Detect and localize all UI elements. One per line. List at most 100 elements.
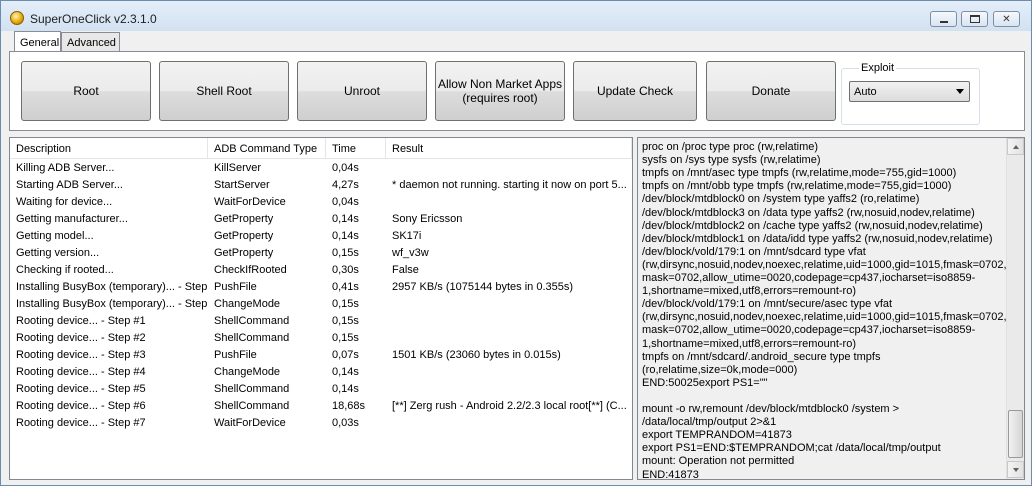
cell-description: Installing BusyBox (temporary)... - Step… bbox=[16, 298, 208, 310]
unroot-button[interactable]: Unroot bbox=[297, 61, 427, 121]
log-line: /dev/block/mtdblock3 on /data type yaffs… bbox=[642, 206, 975, 219]
allow-non-market-apps-button[interactable]: Allow Non Market Apps (requires root) bbox=[435, 61, 565, 121]
column-header-description[interactable]: Description bbox=[10, 138, 208, 159]
log-line: 1,shortname=mixed,utf8,errors=remount-ro… bbox=[642, 337, 856, 350]
exploit-selected-value: Auto bbox=[854, 86, 877, 98]
cell-description: Rooting device... - Step #5 bbox=[16, 383, 146, 395]
table-row[interactable]: Killing ADB Server... KillServer 0,04s bbox=[10, 160, 632, 177]
close-icon: ✕ bbox=[1002, 13, 1011, 25]
root-button[interactable]: Root bbox=[21, 61, 151, 121]
cell-description: Checking if rooted... bbox=[16, 264, 114, 276]
table-row[interactable]: Waiting for device... WaitForDevice 0,04s bbox=[10, 194, 632, 211]
table-row[interactable]: Rooting device... - Step #2 ShellCommand 0… bbox=[10, 330, 632, 347]
cell-adb-command-type: PushFile bbox=[214, 349, 257, 361]
cell-description: Waiting for device... bbox=[16, 196, 113, 208]
title-bar[interactable]: SuperOneClick v2.3.1.0 ✕ bbox=[1, 1, 1031, 31]
app-icon bbox=[10, 11, 24, 25]
log-line: 1,shortname=mixed,utf8,errors=remount-ro… bbox=[642, 285, 856, 298]
column-header-time[interactable]: Time bbox=[326, 138, 386, 159]
cell-adb-command-type: KillServer bbox=[214, 162, 262, 174]
cell-description: Getting version... bbox=[16, 247, 100, 259]
cell-description: Rooting device... - Step #2 bbox=[16, 332, 146, 344]
cell-time: 0,04s bbox=[332, 196, 359, 208]
cell-description: Rooting device... - Step #3 bbox=[16, 349, 146, 361]
cell-adb-command-type: ShellCommand bbox=[214, 315, 290, 327]
exploit-select[interactable]: Auto bbox=[849, 81, 970, 102]
minimize-button[interactable] bbox=[930, 11, 957, 27]
command-list[interactable]: Description ADB Command Type Time Result… bbox=[9, 137, 633, 480]
table-row[interactable]: Installing BusyBox (temporary)... - Step… bbox=[10, 279, 632, 296]
cell-time: 0,14s bbox=[332, 213, 359, 225]
table-row[interactable]: Rooting device... - Step #7 WaitForDevice… bbox=[10, 415, 632, 432]
scroll-up-button[interactable] bbox=[1007, 138, 1024, 155]
log-line: /dev/block/mtdblock1 on /data/idd type y… bbox=[642, 232, 993, 245]
scroll-down-button[interactable] bbox=[1007, 461, 1024, 478]
cell-result: SK17i bbox=[392, 230, 422, 242]
cell-result bbox=[386, 415, 632, 432]
cell-result bbox=[386, 364, 632, 381]
table-row[interactable]: Rooting device... - Step #5 ShellCommand 0… bbox=[10, 381, 632, 398]
cell-result: False bbox=[392, 264, 419, 276]
tab-general[interactable]: General bbox=[14, 31, 61, 52]
column-header-result[interactable]: Result bbox=[386, 138, 632, 159]
log-line: /dev/block/vold/179:1 on /mnt/secure/ase… bbox=[642, 298, 893, 311]
cell-result bbox=[386, 296, 632, 313]
maximize-button[interactable] bbox=[961, 11, 988, 27]
log-output[interactable]: proc on /proc type proc (rw,relatime) sys… bbox=[637, 137, 1025, 480]
table-row[interactable]: Rooting device... - Step #3 PushFile 0,07s… bbox=[10, 347, 632, 364]
cell-adb-command-type: ShellCommand bbox=[214, 400, 290, 412]
update-check-button[interactable]: Update Check bbox=[573, 61, 697, 121]
cell-time: 18,68s bbox=[332, 400, 366, 412]
log-line: export TEMPRANDOM=41873 bbox=[642, 429, 792, 442]
close-button[interactable]: ✕ bbox=[993, 11, 1020, 27]
cell-description: Getting model... bbox=[16, 230, 94, 242]
table-row[interactable]: Getting manufacturer... GetProperty 0,14s S… bbox=[10, 211, 632, 228]
cell-time: 0,07s bbox=[332, 349, 359, 361]
cell-adb-command-type: PushFile bbox=[214, 281, 257, 293]
cell-result: wf_v3w bbox=[392, 247, 429, 259]
cell-description: Rooting device... - Step #4 bbox=[16, 366, 146, 378]
cell-time: 4,27s bbox=[332, 179, 359, 191]
chevron-down-icon bbox=[956, 89, 964, 94]
window-title: SuperOneClick v2.3.1.0 bbox=[30, 12, 157, 26]
table-row[interactable]: Installing BusyBox (temporary)... - Step… bbox=[10, 296, 632, 313]
list-header: Description ADB Command Type Time Result bbox=[10, 138, 632, 159]
cell-result: 1501 KB/s (23060 bytes in 0.015s) bbox=[392, 349, 561, 361]
table-row[interactable]: Rooting device... - Step #1 ShellCommand 0… bbox=[10, 313, 632, 330]
table-row[interactable]: Getting version... GetProperty 0,15s wf_v3w bbox=[10, 245, 632, 262]
exploit-label: Exploit bbox=[859, 62, 897, 74]
cell-time: 0,15s bbox=[332, 315, 359, 327]
cell-adb-command-type: ChangeMode bbox=[214, 366, 281, 378]
donate-button[interactable]: Donate bbox=[706, 61, 836, 121]
cell-time: 0,14s bbox=[332, 230, 359, 242]
cell-adb-command-type: WaitForDevice bbox=[214, 417, 286, 429]
cell-adb-command-type: StartServer bbox=[214, 179, 270, 191]
cell-time: 0,15s bbox=[332, 247, 359, 259]
log-line: sysfs on /sys type sysfs (rw,relatime) bbox=[642, 154, 821, 167]
tab-advanced[interactable]: Advanced bbox=[61, 32, 120, 52]
maximize-icon bbox=[969, 15, 980, 23]
log-line: /data/local/tmp/output 2>&1 bbox=[642, 416, 777, 429]
table-row[interactable]: Rooting device... - Step #4 ChangeMode 0,1… bbox=[10, 364, 632, 381]
cell-description: Rooting device... - Step #6 bbox=[16, 400, 146, 412]
cell-adb-command-type: ShellCommand bbox=[214, 332, 290, 344]
cell-adb-command-type: GetProperty bbox=[214, 230, 274, 242]
shell-root-button[interactable]: Shell Root bbox=[159, 61, 289, 121]
cell-time: 0,30s bbox=[332, 264, 359, 276]
arrow-down-icon bbox=[1012, 467, 1019, 472]
cell-result bbox=[386, 330, 632, 347]
column-header-adb-command-type[interactable]: ADB Command Type bbox=[208, 138, 326, 159]
table-row[interactable]: Rooting device... - Step #6 ShellCommand 1… bbox=[10, 398, 632, 415]
cell-result bbox=[386, 381, 632, 398]
cell-adb-command-type: ShellCommand bbox=[214, 383, 290, 395]
log-scrollbar[interactable] bbox=[1006, 138, 1024, 479]
scroll-thumb[interactable] bbox=[1008, 410, 1023, 458]
table-row[interactable]: Getting model... GetProperty 0,14s SK17i bbox=[10, 228, 632, 245]
log-line: export PS1=END:$TEMPRANDOM;cat /data/loc… bbox=[642, 442, 941, 455]
cell-description: Rooting device... - Step #7 bbox=[16, 417, 146, 429]
table-row[interactable]: Starting ADB Server... StartServer 4,27s * … bbox=[10, 177, 632, 194]
cell-time: 0,14s bbox=[332, 383, 359, 395]
cell-adb-command-type: ChangeMode bbox=[214, 298, 281, 310]
cell-description: Killing ADB Server... bbox=[16, 162, 115, 174]
table-row[interactable]: Checking if rooted... CheckIfRooted 0,30s F… bbox=[10, 262, 632, 279]
